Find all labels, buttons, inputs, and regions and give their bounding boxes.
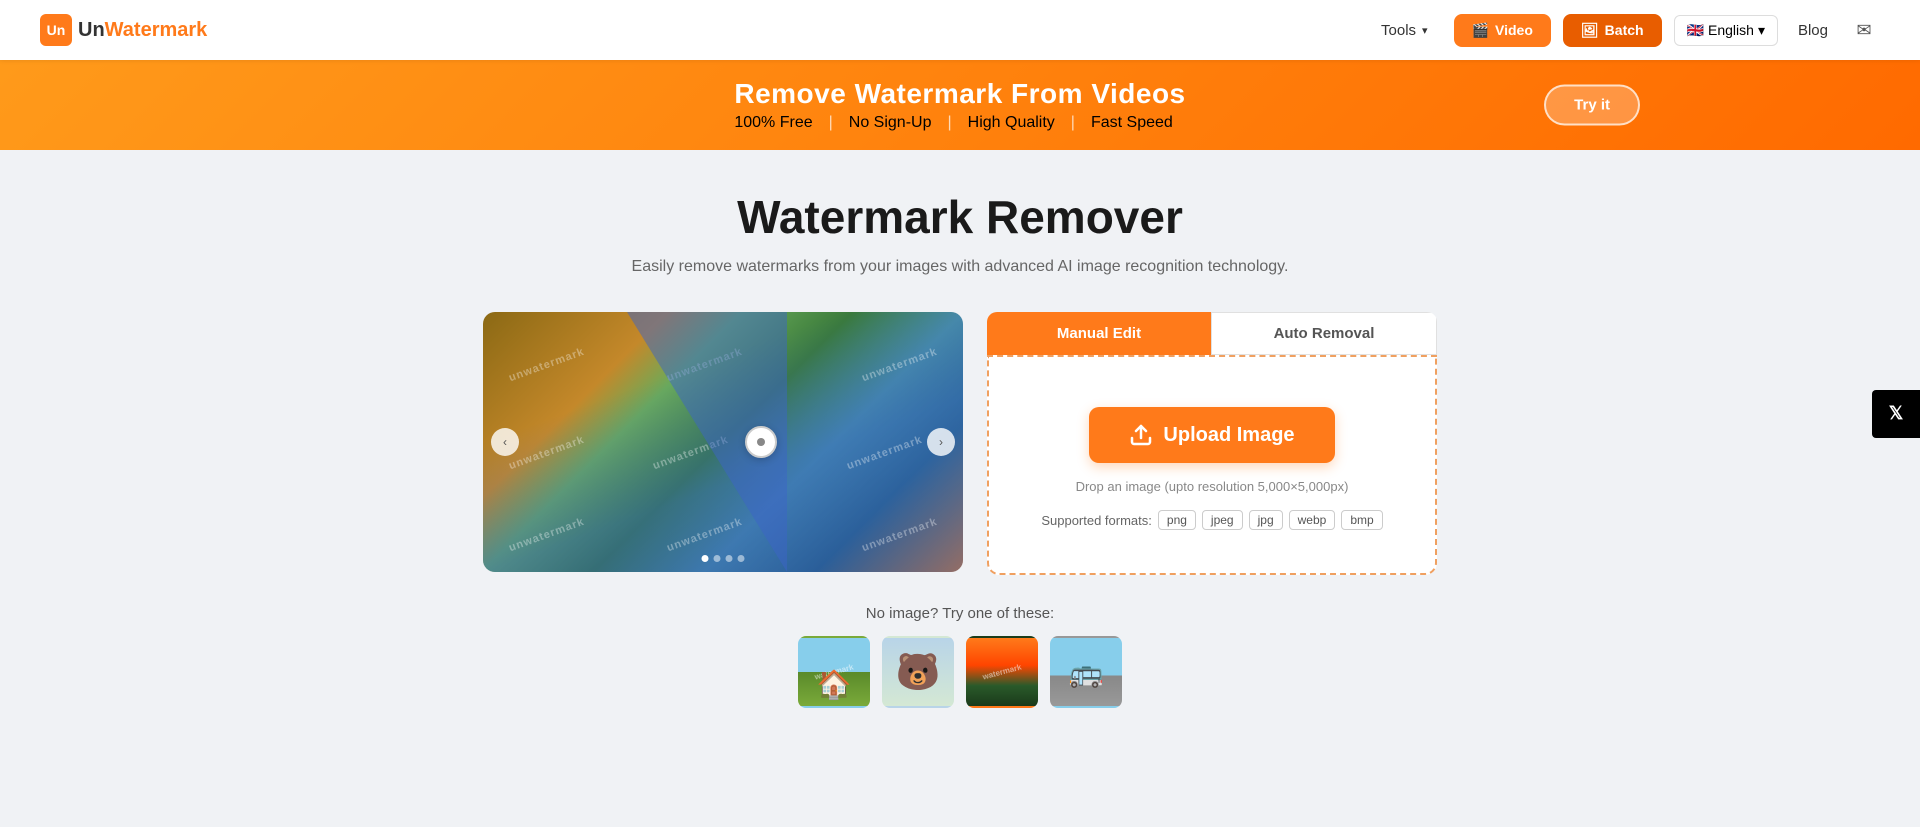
upload-icon <box>1129 423 1153 447</box>
format-jpeg: jpeg <box>1202 510 1243 530</box>
tools-label: Tools <box>1381 22 1416 39</box>
dot-1[interactable] <box>702 555 709 562</box>
tool-area: unwatermark unwatermark unwatermark unwa… <box>380 312 1540 575</box>
banner-sep-2: | <box>947 114 951 132</box>
blog-link[interactable]: Blog <box>1790 16 1836 45</box>
banner-sub-items: 100% Free | No Sign-Up | High Quality | … <box>734 114 1185 132</box>
page-subtitle: Easily remove watermarks from your image… <box>380 258 1540 276</box>
try-it-button[interactable]: Try it <box>1544 85 1640 126</box>
right-panel: Manual Edit Auto Removal Upload Image Dr… <box>987 312 1437 575</box>
upload-area[interactable]: Upload Image Drop an image (upto resolut… <box>987 355 1437 575</box>
banner-item-signup: No Sign-Up <box>849 114 932 132</box>
header-right: Tools ▾ 🎬 Video 🖼 Batch 🇬🇧 English ▾ Blo… <box>1367 14 1880 47</box>
sample-label: No image? Try one of these: <box>380 605 1540 622</box>
banner-item-quality: High Quality <box>968 114 1055 132</box>
sample-image-truck[interactable]: 🚌 <box>1050 636 1122 708</box>
batch-button[interactable]: 🖼 Batch <box>1563 14 1662 47</box>
language-label: English <box>1708 22 1754 38</box>
logo-watermark: Watermark <box>105 19 208 41</box>
batch-label: Batch <box>1605 22 1644 38</box>
tools-button[interactable]: Tools ▾ <box>1367 16 1442 45</box>
banner-content: Remove Watermark From Videos 100% Free |… <box>734 78 1185 132</box>
header: Un UnWatermark Tools ▾ 🎬 Video 🖼 Batch 🇬… <box>0 0 1920 60</box>
dot-3[interactable] <box>726 555 733 562</box>
logo-text: UnWatermark <box>78 19 207 42</box>
formats-label: Supported formats: <box>1041 513 1152 528</box>
preview-canvas: unwatermark unwatermark unwatermark unwa… <box>483 312 963 572</box>
upload-image-button[interactable]: Upload Image <box>1089 407 1334 463</box>
format-png: png <box>1158 510 1196 530</box>
preview-prev-arrow[interactable]: ‹ <box>491 428 519 456</box>
x-icon: 𝕏 <box>1889 403 1904 424</box>
video-banner: Remove Watermark From Videos 100% Free |… <box>0 60 1920 150</box>
mail-icon[interactable]: ✉ <box>1848 14 1880 46</box>
drag-handle-inner <box>757 438 765 446</box>
logo-un: Un <box>78 19 105 41</box>
dot-4[interactable] <box>738 555 745 562</box>
video-icon: 🎬 <box>1472 22 1489 39</box>
banner-title: Remove Watermark From Videos <box>734 78 1185 110</box>
flag-icon: 🇬🇧 <box>1687 22 1704 39</box>
main-content: Watermark Remover Easily remove watermar… <box>360 150 1560 768</box>
twitter-x-button[interactable]: 𝕏 <box>1872 390 1920 438</box>
language-selector[interactable]: 🇬🇧 English ▾ <box>1674 15 1778 46</box>
video-button[interactable]: 🎬 Video <box>1454 14 1551 47</box>
sample-wm-3: watermark <box>982 662 1023 681</box>
batch-icon: 🖼 <box>1581 22 1599 39</box>
upload-button-label: Upload Image <box>1163 424 1294 447</box>
banner-sep-3: | <box>1071 114 1075 132</box>
lang-chevron-icon: ▾ <box>1758 22 1765 39</box>
tabs: Manual Edit Auto Removal <box>987 312 1437 355</box>
dot-2[interactable] <box>714 555 721 562</box>
drag-handle[interactable] <box>745 426 777 458</box>
sample-section: No image? Try one of these: watermark 🐻 … <box>380 605 1540 708</box>
drop-text: Drop an image (upto resolution 5,000×5,0… <box>1076 479 1349 494</box>
formats-section: Supported formats: png jpeg jpg webp bmp <box>1041 510 1382 530</box>
preview-dots <box>702 555 745 562</box>
format-jpg: jpg <box>1249 510 1283 530</box>
food-image: unwatermark unwatermark unwatermark unwa… <box>483 312 963 572</box>
image-preview: unwatermark unwatermark unwatermark unwa… <box>483 312 963 572</box>
logo-icon: Un <box>40 14 72 46</box>
tab-manual-edit[interactable]: Manual Edit <box>987 312 1211 355</box>
sample-image-sunset[interactable]: watermark <box>966 636 1038 708</box>
sample-image-bear[interactable]: 🐻 <box>882 636 954 708</box>
sample-wm-1: watermark <box>814 662 855 681</box>
page-title: Watermark Remover <box>380 190 1540 244</box>
preview-next-arrow[interactable]: › <box>927 428 955 456</box>
logo[interactable]: Un UnWatermark <box>40 14 207 46</box>
sample-images: watermark 🐻 watermark 🚌 <box>380 636 1540 708</box>
banner-item-speed: Fast Speed <box>1091 114 1173 132</box>
banner-sep-1: | <box>829 114 833 132</box>
format-bmp: bmp <box>1341 510 1382 530</box>
video-label: Video <box>1495 22 1533 38</box>
banner-item-free: 100% Free <box>734 114 812 132</box>
tab-auto-removal[interactable]: Auto Removal <box>1211 312 1437 355</box>
format-webp: webp <box>1289 510 1336 530</box>
chevron-down-icon: ▾ <box>1422 24 1428 37</box>
sample-image-house[interactable]: watermark <box>798 636 870 708</box>
